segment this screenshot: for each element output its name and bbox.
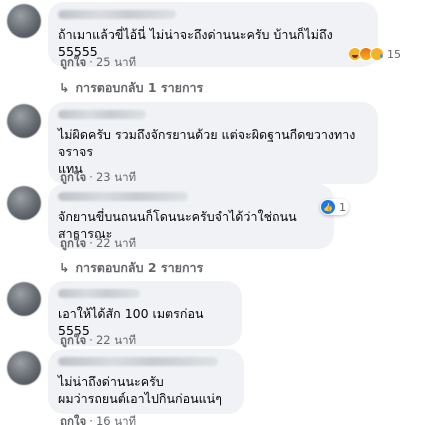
comment-meta: ถูกใจ · 22 นาที [60,333,137,347]
commenter-name[interactable] [58,192,188,201]
comment-meta: ถูกใจ · 25 นาที [60,55,137,69]
sad-icon [370,47,384,61]
view-replies-link[interactable]: ↳ การตอบกลับ 1 รายการ [59,78,203,98]
timestamp[interactable]: 22 นาที [96,236,136,250]
like-link[interactable]: ถูกใจ [60,170,86,184]
reply-arrow-icon: ↳ [59,260,70,275]
avatar[interactable] [7,351,41,385]
avatar[interactable] [7,104,41,138]
comment-meta: ถูกใจ · 22 นาที [60,236,137,250]
like-link[interactable]: ถูกใจ [60,236,86,250]
avatar[interactable] [7,4,41,38]
commenter-name[interactable] [58,357,218,366]
reaction-count: 15 [387,47,401,61]
avatar[interactable] [7,282,41,316]
reaction-summary[interactable]: 15 [348,47,401,61]
comment-meta: ถูกใจ · 16 นาที [60,413,136,425]
avatar[interactable] [7,186,41,220]
like-link[interactable]: ถูกใจ [60,55,86,69]
commenter-name[interactable] [58,289,140,298]
commenter-name[interactable] [58,10,176,19]
comment-bubble: ไม่น่าถึงด่านนะครับ ผมว่ารถยนต์เอาไปกินก… [48,349,244,414]
timestamp[interactable]: 25 นาที [96,55,136,69]
like-icon: 👍 [321,200,335,214]
view-replies-link[interactable]: ↳ การตอบกลับ 2 รายการ [59,258,203,278]
reply-arrow-icon: ↳ [59,80,70,95]
reaction-count: 1 [339,200,346,214]
timestamp[interactable]: 16 นาที [96,414,136,425]
commenter-name[interactable] [58,110,146,119]
comment-text: ไม่น่าถึงด่านนะครับ ผมว่ารถยนต์เอาไปกินก… [58,374,222,406]
timestamp[interactable]: 22 นาที [96,333,136,347]
like-link[interactable]: ถูกใจ [60,414,86,425]
like-link[interactable]: ถูกใจ [60,333,86,347]
reaction-summary[interactable]: 👍 1 [320,199,349,215]
timestamp[interactable]: 23 นาที [96,170,136,184]
